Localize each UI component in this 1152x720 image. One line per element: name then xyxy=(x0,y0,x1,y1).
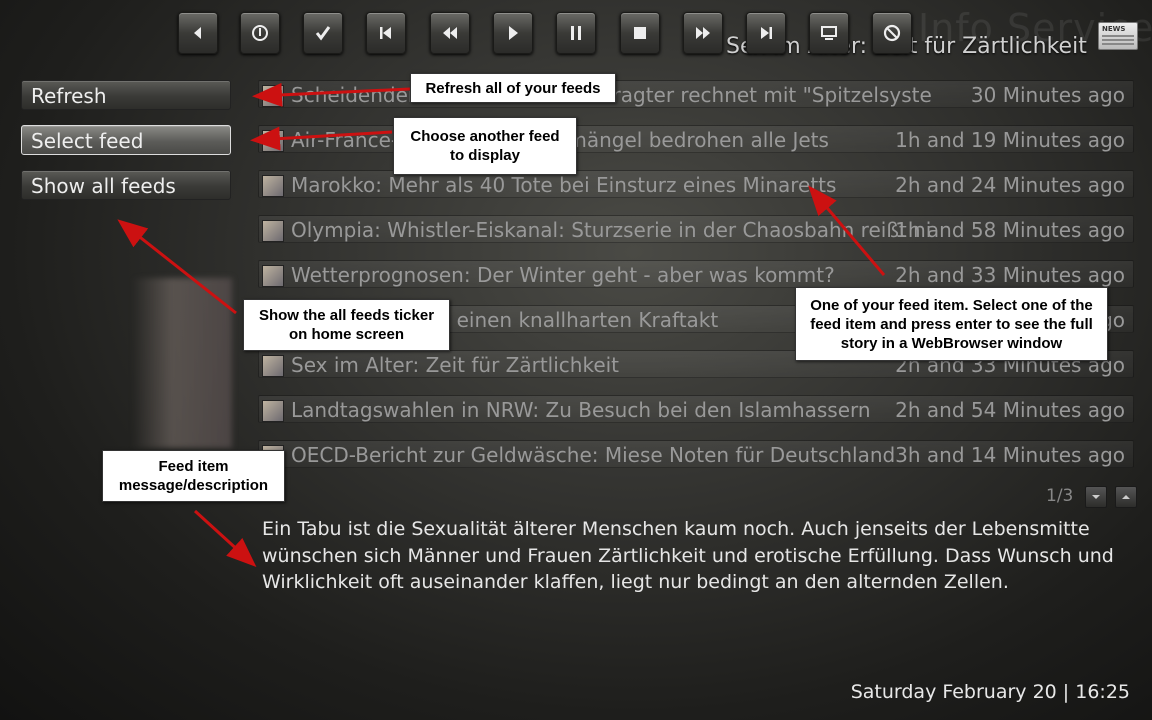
feed-thumbnail-icon xyxy=(262,355,284,377)
news-logo-text: NEWS xyxy=(1102,25,1126,33)
feed-item-time: 2h and 24 Minutes ago xyxy=(895,173,1125,197)
rewind-icon xyxy=(443,27,457,39)
previous-button[interactable] xyxy=(178,12,218,54)
monitor-button[interactable] xyxy=(809,12,849,54)
feed-thumbnail-icon xyxy=(262,175,284,197)
stop-icon xyxy=(634,27,646,39)
cancel-button[interactable] xyxy=(872,12,912,54)
cancel-icon xyxy=(883,24,901,42)
callout-refresh: Refresh all of your feeds xyxy=(410,73,616,103)
feed-image xyxy=(132,278,232,448)
date-time: Saturday February 20 | 16:25 xyxy=(850,681,1130,703)
power-icon xyxy=(252,25,268,41)
check-icon xyxy=(315,26,331,41)
feed-thumbnail-icon xyxy=(262,220,284,242)
feed-item[interactable]: Marokko: Mehr als 40 Tote bei Einsturz e… xyxy=(258,170,1134,198)
feed-thumbnail-icon xyxy=(262,265,284,287)
feed-item-title: OECD-Bericht zur Geldwäsche: Miese Noten… xyxy=(291,443,896,467)
select-feed-button[interactable]: Select feed xyxy=(21,125,231,155)
feed-item-time: 1h and 19 Minutes ago xyxy=(895,128,1125,152)
page-up-button[interactable] xyxy=(1115,486,1137,508)
show-all-feeds-button[interactable]: Show all feeds xyxy=(21,170,231,200)
feed-item-title: Marokko: Mehr als 40 Tote bei Einsturz e… xyxy=(291,173,837,197)
power-button[interactable] xyxy=(240,12,280,54)
feed-item[interactable]: Olympia: Whistler-Eiskanal: Sturzserie i… xyxy=(258,215,1134,243)
refresh-button[interactable]: Refresh xyxy=(21,80,231,110)
feed-item-title: Olympia: Whistler-Eiskanal: Sturzserie i… xyxy=(291,218,931,242)
feed-item-title: Landtagswahlen in NRW: Zu Besuch bei den… xyxy=(291,398,871,422)
feed-thumbnail-icon xyxy=(262,85,284,107)
feed-item[interactable]: Wetterprognosen: Der Winter geht - aber … xyxy=(258,260,1134,288)
skip-forward-button[interactable] xyxy=(746,12,786,54)
feed-description: Ein Tabu ist die Sexualität älterer Mens… xyxy=(262,518,1114,593)
feed-item[interactable]: Air-France-Chef: Sicherheitsmängel bedro… xyxy=(258,125,1134,153)
pause-icon xyxy=(571,26,581,40)
play-button[interactable] xyxy=(493,12,533,54)
pause-button[interactable] xyxy=(556,12,596,54)
page-indicator: 1/3 xyxy=(1046,486,1074,506)
play-icon xyxy=(509,26,518,40)
feed-item[interactable]: Landtagswahlen in NRW: Zu Besuch bei den… xyxy=(258,395,1134,423)
feed-item-title: Air-France-Chef: Sicherheitsmängel bedro… xyxy=(291,128,829,152)
skip-forward-icon xyxy=(761,27,772,39)
feed-item-time: 2h and 33 Minutes ago xyxy=(895,263,1125,287)
previous-icon xyxy=(194,27,201,39)
skip-back-icon xyxy=(380,27,391,39)
callout-description: Feed item message/description xyxy=(102,450,285,502)
monitor-icon xyxy=(821,26,837,40)
feed-item-title: Wetterprognosen: Der Winter geht - aber … xyxy=(291,263,835,287)
rewind-button[interactable] xyxy=(430,12,470,54)
feed-item-time: 30 Minutes ago xyxy=(970,83,1125,107)
skip-back-button[interactable] xyxy=(366,12,406,54)
feed-thumbnail-icon xyxy=(262,400,284,422)
feed-item-time: 2h and 54 Minutes ago xyxy=(895,398,1125,422)
callout-show-all: Show the all feeds ticker on home screen xyxy=(243,299,450,351)
callout-feed-item: One of your feed item. Select one of the… xyxy=(795,287,1108,361)
chevron-down-icon xyxy=(1092,495,1100,499)
feed-item[interactable]: OECD-Bericht zur Geldwäsche: Miese Noten… xyxy=(258,440,1134,468)
fast-forward-icon xyxy=(696,27,710,39)
feed-item-time: 3h and 14 Minutes ago xyxy=(895,443,1125,467)
feed-item[interactable]: Scheidender Datenschutzbeauftragter rech… xyxy=(258,80,1134,108)
feed-thumbnail-icon xyxy=(262,130,284,152)
check-button[interactable] xyxy=(303,12,343,54)
feed-item-time: 1h and 58 Minutes ago xyxy=(895,218,1125,242)
page-down-button[interactable] xyxy=(1085,486,1107,508)
news-logo: NEWS xyxy=(1098,22,1138,50)
fast-forward-button[interactable] xyxy=(683,12,723,54)
chevron-up-icon xyxy=(1122,495,1130,499)
callout-select-feed: Choose another feed to display xyxy=(393,117,577,175)
stop-button[interactable] xyxy=(620,12,660,54)
